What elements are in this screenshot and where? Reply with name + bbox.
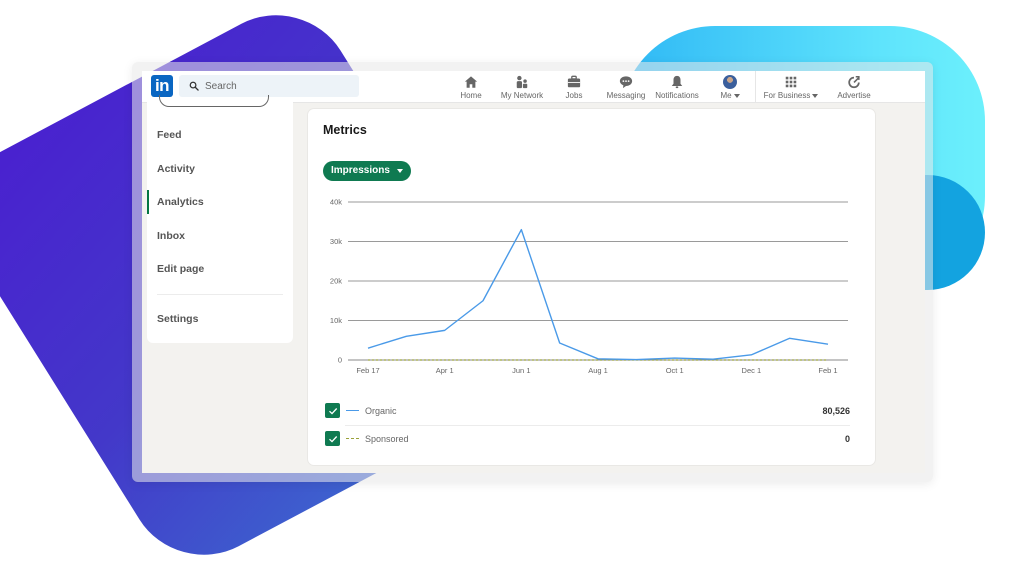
caret-down-icon [733,93,740,98]
sidebar-item-feed[interactable]: Feed [147,123,293,147]
series-line-organic [367,228,829,361]
legend-label: Organic [365,405,397,416]
legend-label: Sponsored [365,433,409,444]
bell-icon [671,75,683,89]
caret-down-icon [812,93,819,98]
sponsored-checkbox[interactable] [325,431,340,446]
sidebar-top-button[interactable] [159,95,269,107]
y-tick-label: 10k [330,316,342,325]
impressions-chart: 0 10k 20k 30k 40k Feb 17 Apr 1 Jun 1 Aug 1 Oct 1 D… [330,198,848,375]
network-icon [516,75,528,89]
sidebar-divider [157,294,283,295]
nav-notifications[interactable]: Notifications [652,73,702,101]
checkmark-icon [328,407,337,415]
sidebar-item-settings[interactable]: Settings [147,307,293,331]
search-icon [189,81,199,91]
metric-selector-dropdown[interactable]: Impressions [323,161,411,181]
message-icon [619,76,633,89]
legend-row-sponsored: Sponsored 0 [325,425,850,452]
nav-advertise[interactable]: Advertise [834,73,874,101]
grid-icon [785,76,797,88]
home-icon [464,76,478,88]
briefcase-icon [567,75,581,88]
metrics-card: Metrics Impressions 0 10k 20k 30k 40k Feb 17 A… [308,109,875,465]
y-tick-label: 40k [330,198,342,207]
sidebar-item-analytics[interactable]: Analytics [147,190,293,214]
legend-total: 80,526 [822,405,850,416]
x-tick-label: Dec 1 [742,366,762,375]
metrics-title: Metrics [323,123,367,137]
nav-label: Notifications [655,91,699,100]
nav-jobs[interactable]: Jobs [562,73,586,101]
advertise-icon [848,75,860,89]
nav-home[interactable]: Home [458,73,484,101]
checkmark-icon [328,435,337,443]
nav-label: For Business [763,91,811,100]
sponsored-swatch [346,438,359,439]
x-tick-label: Oct 1 [666,366,684,375]
nav-label: Me [720,91,732,100]
organic-swatch [346,410,359,411]
nav-label: My Network [500,91,544,100]
sidebar: Feed Activity Analytics Inbox Edit page … [147,95,293,343]
sidebar-item-inbox[interactable]: Inbox [147,224,293,248]
nav-me[interactable]: Me [716,73,744,101]
sidebar-item-activity[interactable]: Activity [147,157,293,181]
nav-label: Advertise [837,91,871,100]
nav-label: Messaging [606,91,646,100]
nav-messaging[interactable]: Messaging [604,73,648,101]
y-tick-label: 20k [330,277,342,286]
search-box[interactable] [179,75,359,97]
legend-row-organic: Organic 80,526 [325,397,850,424]
nav-label: Home [460,91,482,100]
nav-label: Jobs [565,91,583,100]
x-tick-label: Feb 1 [818,366,837,375]
search-input[interactable] [205,80,345,92]
x-tick-label: Feb 17 [356,366,379,375]
linkedin-logo[interactable]: in [151,75,173,97]
nav-divider [755,71,756,103]
sidebar-item-edit-page[interactable]: Edit page [147,257,293,281]
metric-selector-label: Impressions [331,165,390,176]
x-tick-label: Jun 1 [512,366,530,375]
nav-for-business[interactable]: For Business [762,73,820,101]
avatar [723,75,737,89]
legend-total: 0 [844,433,850,444]
y-tick-label: 0 [338,356,342,365]
linkedin-screen: in Home My Network Jobs Messaging Notifi… [142,71,925,473]
caret-down-icon [396,169,403,173]
x-tick-label: Aug 1 [588,366,608,375]
organic-checkbox[interactable] [325,403,340,418]
x-tick-label: Apr 1 [436,366,454,375]
y-tick-label: 30k [330,237,342,246]
nav-my-network[interactable]: My Network [497,73,547,101]
